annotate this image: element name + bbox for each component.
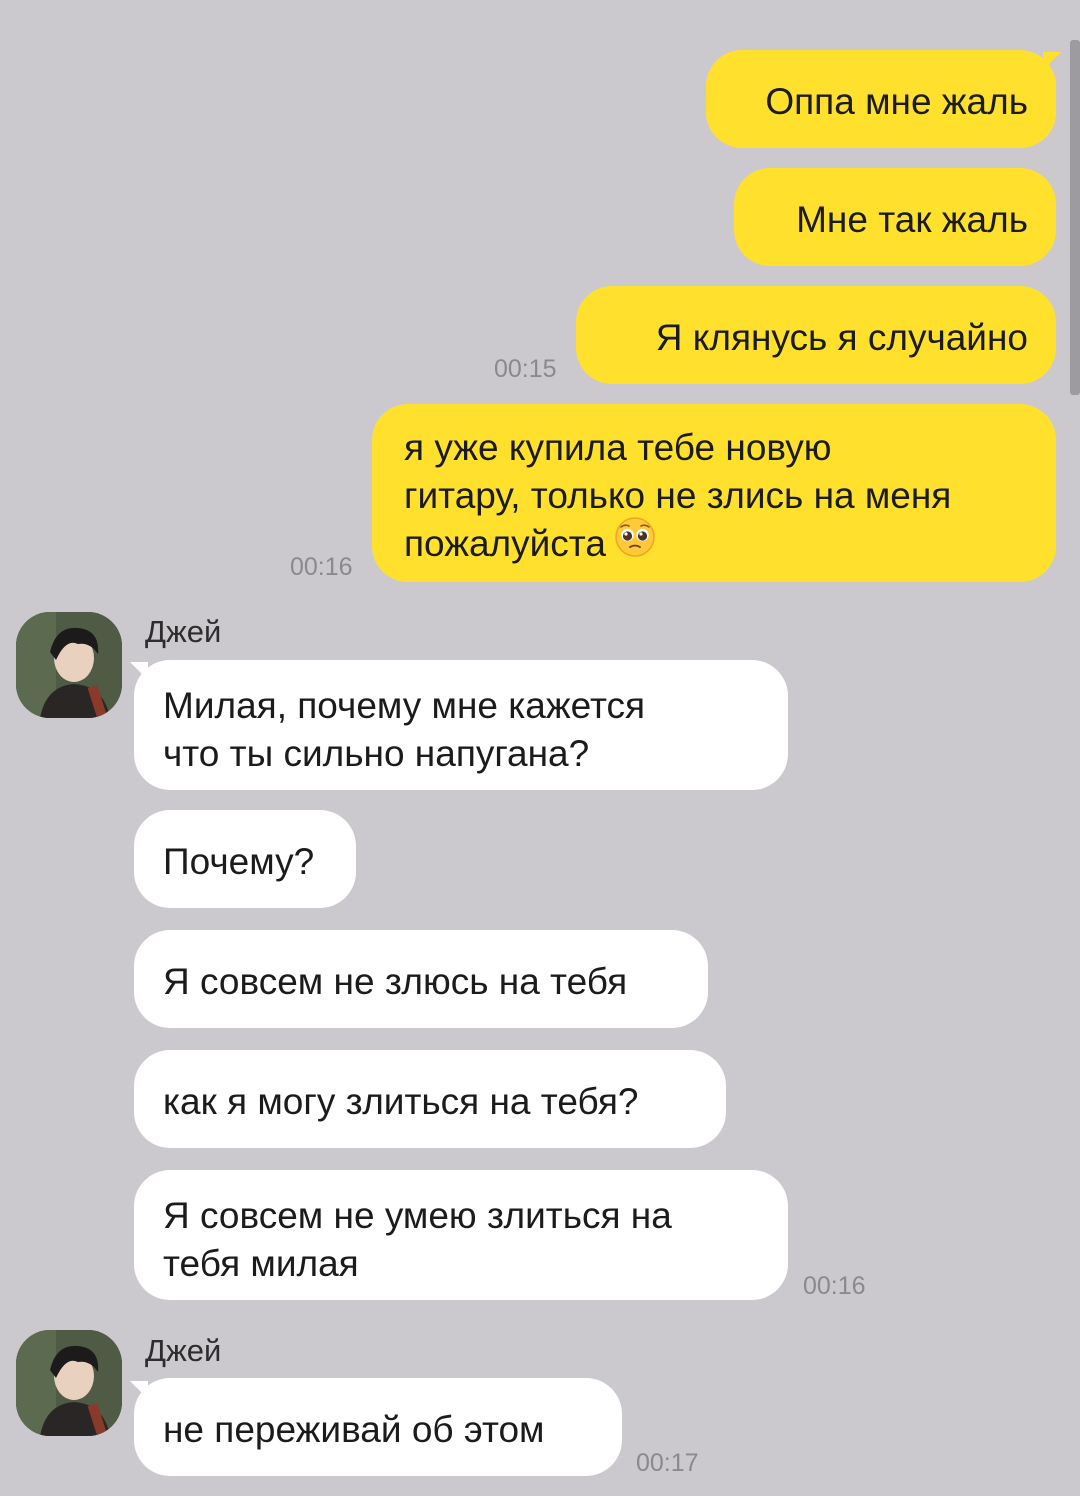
chat-scrollbar[interactable] [1070,40,1080,395]
message-line: Милая, почему мне кажется [163,685,646,726]
incoming-message[interactable]: как я могу злиться на тебя? [134,1050,726,1148]
incoming-message[interactable]: Я совсем не злюсь на тебя [134,930,708,1028]
message-timestamp: 00:15 [494,355,557,383]
message-text: Почему? [163,841,315,882]
message-text: Я клянусь я случайно [655,317,1028,358]
outgoing-message[interactable]: Оппа мне жаль [706,50,1056,148]
outgoing-message[interactable]: Я клянусь я случайно [576,286,1056,384]
message-text: не переживай об этом [163,1409,545,1450]
message-timestamp: 00:17 [636,1449,699,1477]
message-line: пожалуйста [404,523,606,564]
contact-avatar[interactable] [16,612,122,718]
message-text: Мне так жаль [796,199,1028,240]
contact-avatar[interactable] [16,1330,122,1436]
outgoing-message[interactable]: Мне так жаль [734,168,1056,266]
outgoing-message[interactable]: я уже купила тебе новую гитару, только н… [372,404,1056,582]
message-timestamp: 00:16 [803,1272,866,1300]
message-text: Я совсем не злюсь на тебя [163,961,628,1002]
message-text: как я могу злиться на тебя? [163,1081,639,1122]
incoming-message[interactable]: не переживай об этом [134,1378,622,1476]
message-line: Я совсем не умею злиться на [163,1195,672,1236]
incoming-message[interactable]: Милая, почему мне кажется что ты сильно … [134,660,788,790]
sender-name: Джей [145,1333,222,1368]
message-timestamp: 00:16 [290,553,353,581]
pleading-face-icon [614,516,656,570]
message-line-with-emoji: пожалуйста [404,517,1056,570]
message-text: Оппа мне жаль [765,81,1028,122]
sender-name: Джей [145,614,222,649]
message-line: что ты сильно напугана? [163,733,590,774]
bubble-tail [1043,52,1061,70]
incoming-message[interactable]: Я совсем не умею злиться на тебя милая [134,1170,788,1300]
message-line: гитару, только не злись на меня [404,475,952,516]
incoming-message[interactable]: Почему? [134,810,356,908]
message-line: я уже купила тебе новую [404,427,832,468]
message-line: тебя милая [163,1243,359,1284]
